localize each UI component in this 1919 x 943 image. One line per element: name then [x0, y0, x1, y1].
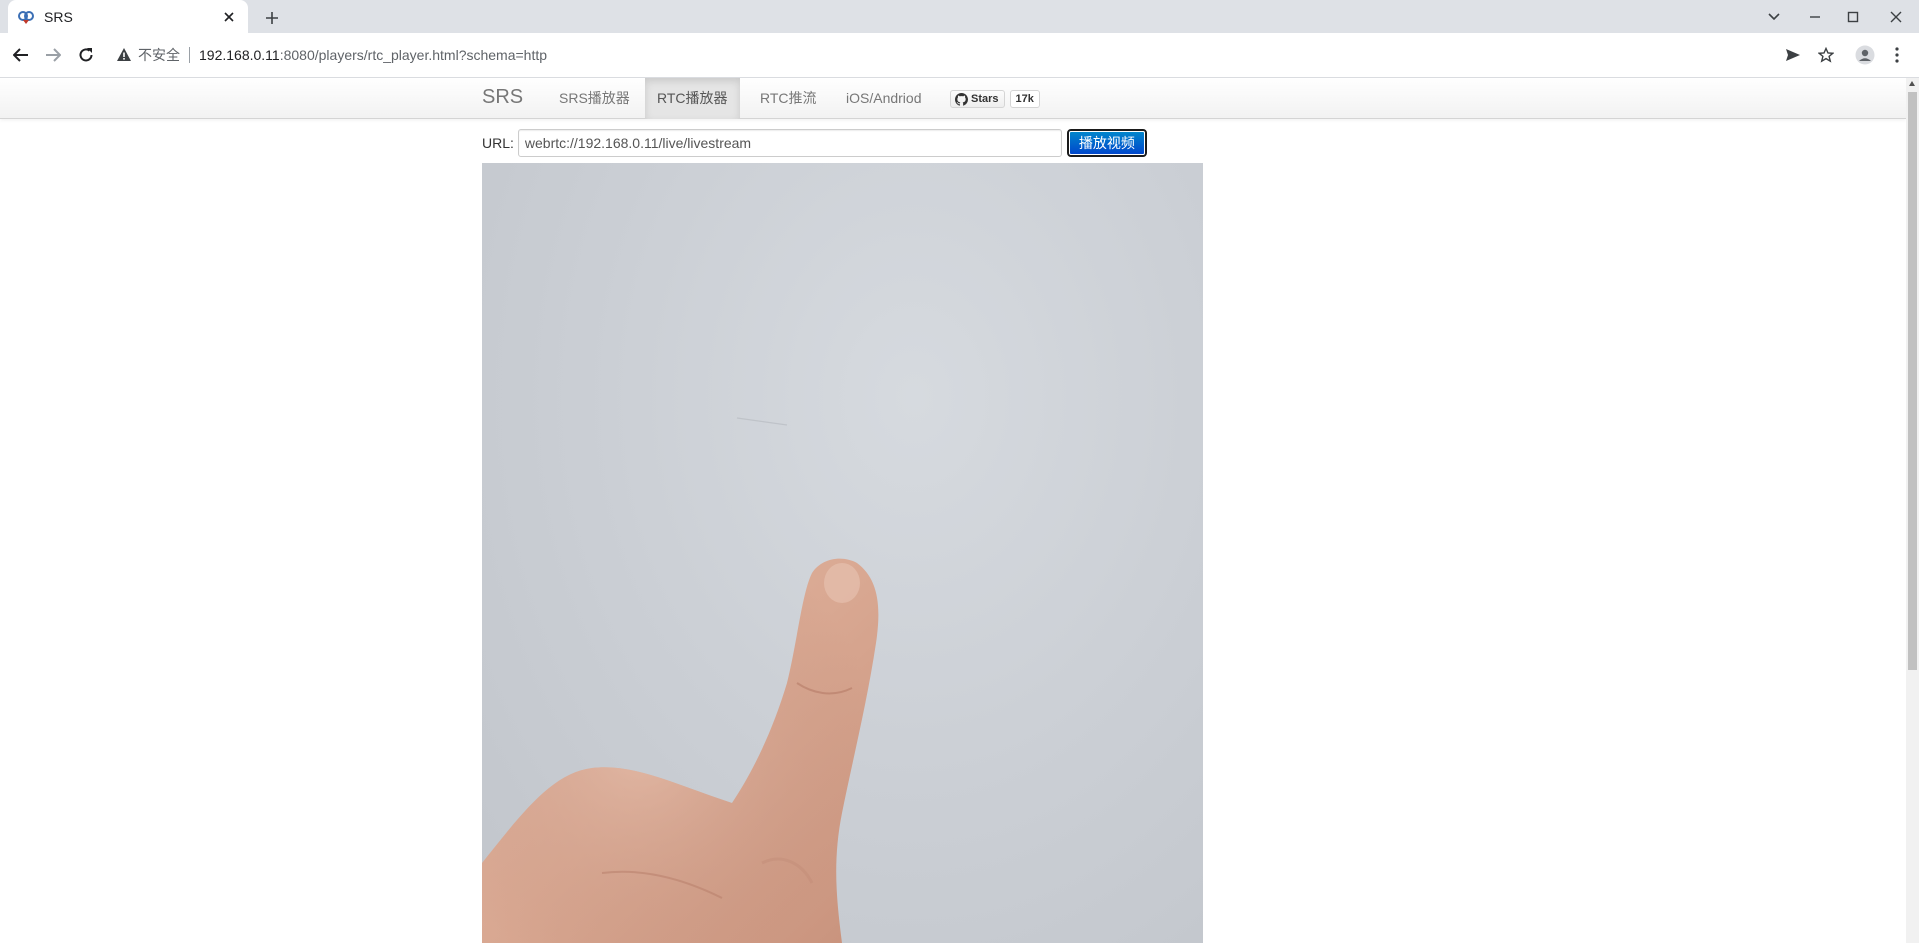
close-window-icon[interactable] [1883, 4, 1909, 30]
tab-strip: SRS [0, 0, 1919, 33]
nav-rtc-player[interactable]: RTC播放器 [645, 78, 740, 119]
video-frame-image [482, 417, 879, 943]
profile-avatar-icon[interactable] [1853, 43, 1877, 67]
url-label: URL: [482, 135, 514, 151]
minimize-icon[interactable] [1802, 4, 1828, 30]
stars-label: Stars [971, 93, 999, 105]
url-host: 192.168.0.11 [199, 47, 280, 63]
github-icon [955, 92, 968, 106]
browser-toolbar: 不安全 192.168.0.11:8080/players/rtc_player… [0, 33, 1919, 78]
page-viewport: SRS SRS播放器 RTC播放器 RTC推流 iOS/Andriod Star… [0, 78, 1906, 943]
srs-favicon-icon [18, 10, 34, 24]
scrollbar-thumb[interactable] [1908, 92, 1917, 670]
page-scrollbar[interactable] [1906, 78, 1919, 943]
brand-logo[interactable]: SRS [482, 86, 523, 109]
back-icon[interactable] [9, 43, 33, 67]
tab-title: SRS [44, 8, 73, 25]
address-bar[interactable]: 不安全 192.168.0.11:8080/players/rtc_player… [112, 38, 1762, 72]
github-stars-widget: Stars 17k [950, 90, 1040, 108]
reload-icon[interactable] [74, 43, 98, 67]
tab-search-icon[interactable] [1761, 4, 1787, 30]
nav-ios-android[interactable]: iOS/Andriod [834, 78, 933, 119]
scroll-up-arrow-icon[interactable] [1909, 81, 1915, 86]
play-video-button[interactable]: 播放视频 [1066, 129, 1147, 157]
github-stars-button[interactable]: Stars [950, 90, 1005, 108]
url-row: URL: 播放视频 [482, 128, 1147, 158]
maximize-icon[interactable] [1840, 4, 1866, 30]
video-player[interactable] [482, 163, 1203, 943]
nav-srs-player[interactable]: SRS播放器 [547, 78, 642, 119]
bookmark-star-icon[interactable] [1814, 43, 1838, 67]
nav-rtc-publish[interactable]: RTC推流 [748, 78, 829, 119]
url-path: :8080/players/rtc_player.html?schema=htt… [279, 47, 548, 63]
site-navbar: SRS SRS播放器 RTC播放器 RTC推流 iOS/Andriod Star… [0, 78, 1906, 119]
divider [189, 47, 190, 63]
security-label[interactable]: 不安全 [138, 45, 180, 65]
forward-icon[interactable] [41, 43, 65, 67]
menu-kebab-icon[interactable] [1885, 43, 1909, 67]
warning-icon[interactable] [116, 47, 132, 63]
stream-url-input[interactable] [517, 129, 1062, 157]
stars-count[interactable]: 17k [1009, 90, 1040, 108]
new-tab-icon[interactable] [260, 6, 284, 30]
send-icon[interactable] [1781, 43, 1805, 67]
browser-tab[interactable]: SRS [8, 0, 248, 33]
close-tab-icon[interactable] [220, 8, 238, 26]
